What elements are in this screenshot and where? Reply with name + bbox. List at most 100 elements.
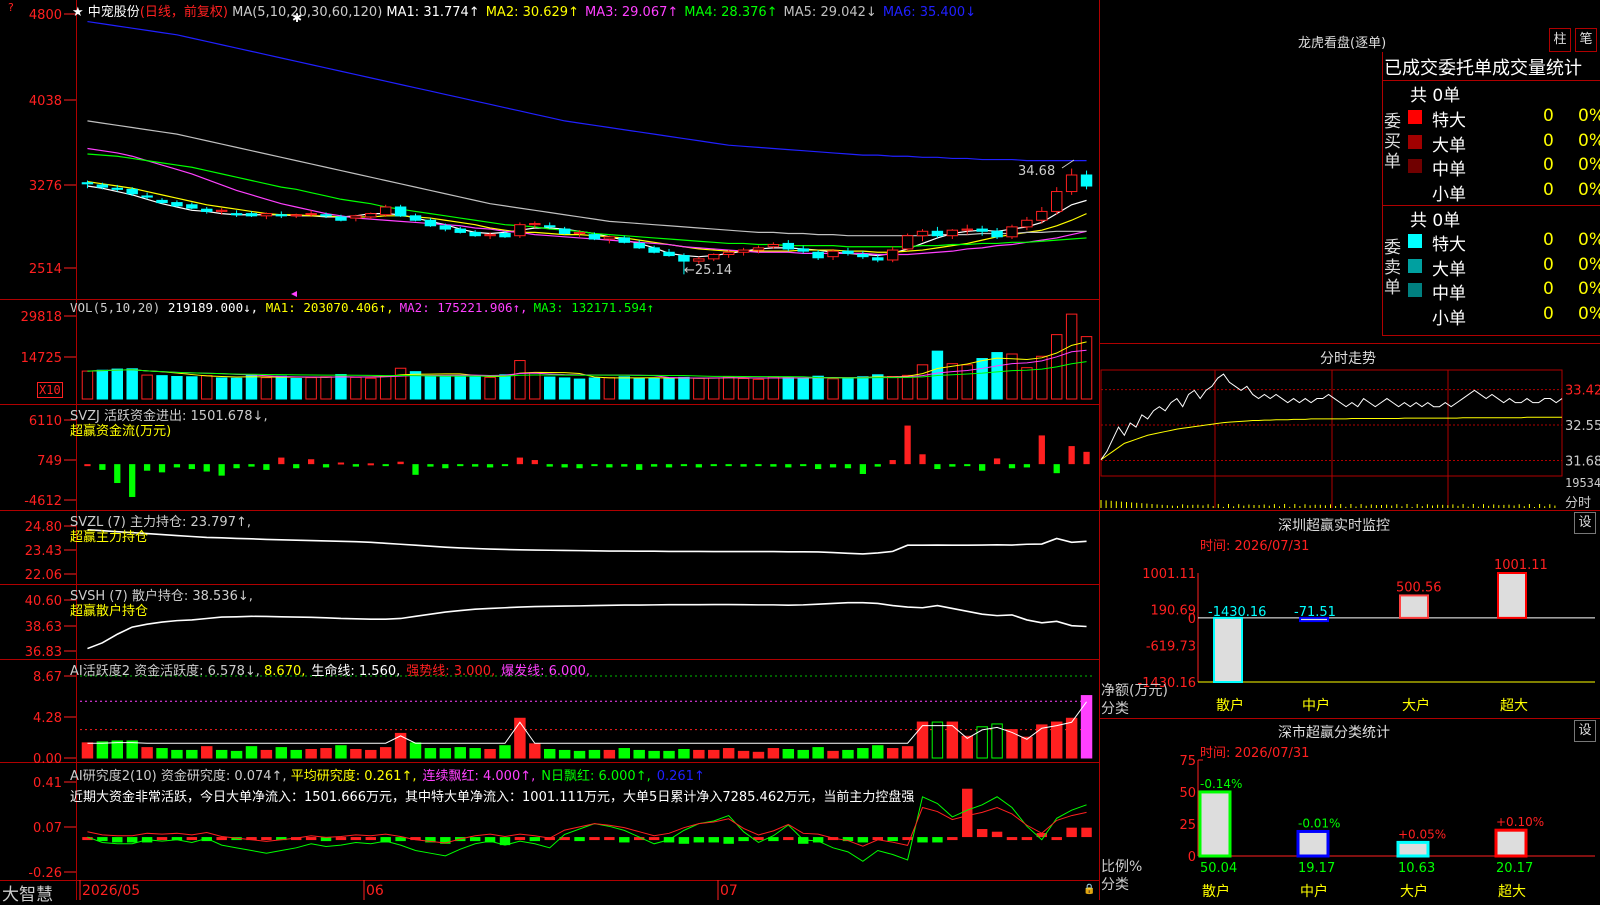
volume-bar[interactable] xyxy=(886,375,899,400)
activity-bar[interactable] xyxy=(573,750,586,759)
fund-flow-bar[interactable] xyxy=(800,464,807,467)
candle[interactable] xyxy=(976,228,988,232)
fund-flow-bar[interactable] xyxy=(457,464,464,467)
candle[interactable] xyxy=(469,231,481,237)
activity-bar[interactable] xyxy=(514,717,526,759)
activity-bar[interactable] xyxy=(186,749,198,759)
research-bar[interactable] xyxy=(648,837,660,841)
fund-flow-bar[interactable] xyxy=(158,464,166,473)
candle[interactable] xyxy=(1051,191,1063,212)
monitor-bar[interactable] xyxy=(1213,616,1243,684)
fund-flow-bar[interactable] xyxy=(725,464,732,467)
volume-bar[interactable] xyxy=(394,367,407,400)
fund-flow-bar[interactable] xyxy=(248,464,255,467)
candle[interactable] xyxy=(991,230,1003,238)
activity-bar[interactable] xyxy=(916,721,929,759)
candle[interactable] xyxy=(946,229,959,237)
research-bar[interactable] xyxy=(678,837,690,844)
research-bar[interactable] xyxy=(186,837,198,841)
fund-flow-bar[interactable] xyxy=(99,464,106,470)
research-bar[interactable] xyxy=(1081,827,1092,838)
volume-bar[interactable] xyxy=(857,376,869,400)
candle[interactable] xyxy=(648,247,660,253)
activity-bar[interactable] xyxy=(1065,717,1078,759)
fund-flow-bar[interactable] xyxy=(904,425,911,465)
candle[interactable] xyxy=(857,253,869,258)
activity-bar[interactable] xyxy=(782,748,795,759)
activity-bar[interactable] xyxy=(350,748,362,759)
fund-flow-bar[interactable] xyxy=(322,464,330,468)
candle[interactable] xyxy=(1080,174,1093,187)
activity-bar[interactable] xyxy=(394,732,407,759)
fund-flow-bar[interactable] xyxy=(337,462,345,465)
candle[interactable] xyxy=(350,215,362,219)
volume-bar[interactable] xyxy=(752,378,765,400)
volume-bar[interactable] xyxy=(693,377,705,400)
volume-bar[interactable] xyxy=(290,377,302,400)
activity-bar[interactable] xyxy=(737,750,750,759)
research-bar[interactable] xyxy=(261,837,272,841)
fund-flow-bar[interactable] xyxy=(964,464,971,467)
candle[interactable] xyxy=(961,228,973,231)
candle[interactable] xyxy=(454,228,466,233)
volume-bar[interactable] xyxy=(618,376,630,400)
candle[interactable] xyxy=(678,255,690,262)
fund-flow-bar[interactable] xyxy=(665,464,673,468)
fund-flow-bar[interactable] xyxy=(486,464,494,468)
activity-bar[interactable] xyxy=(499,745,511,759)
volume-bar[interactable] xyxy=(663,378,675,400)
fund-flow-bar[interactable] xyxy=(844,464,852,469)
candle[interactable] xyxy=(812,251,824,259)
research-bar[interactable] xyxy=(947,837,958,841)
activity-bar[interactable] xyxy=(603,749,616,759)
candle[interactable] xyxy=(514,224,526,237)
volume-bar[interactable] xyxy=(230,377,243,400)
candle[interactable] xyxy=(931,230,944,237)
monitor-bar[interactable] xyxy=(1399,594,1429,619)
fund-flow-bar[interactable] xyxy=(531,460,538,465)
research-bar[interactable] xyxy=(917,837,928,843)
volume-bar[interactable] xyxy=(678,376,690,400)
activity-bar[interactable] xyxy=(827,750,839,759)
volume-bar[interactable] xyxy=(991,352,1003,400)
fund-flow-bar[interactable] xyxy=(367,463,374,466)
activity-bar[interactable] xyxy=(379,747,392,759)
research-bar[interactable] xyxy=(783,837,794,841)
candle[interactable] xyxy=(275,214,288,217)
candle[interactable] xyxy=(126,188,138,195)
volume-bar[interactable] xyxy=(245,374,258,400)
activity-bar[interactable] xyxy=(931,721,944,759)
activity-bar[interactable] xyxy=(1051,721,1063,759)
volume-bar[interactable] xyxy=(514,360,526,400)
activity-bar[interactable] xyxy=(946,721,959,759)
research-bar[interactable] xyxy=(335,837,347,841)
activity-bar[interactable] xyxy=(215,749,228,759)
fund-flow-bar[interactable] xyxy=(740,464,747,467)
volume-bar[interactable] xyxy=(156,375,168,400)
research-bar[interactable] xyxy=(723,837,734,844)
candle[interactable] xyxy=(544,225,556,228)
candle[interactable] xyxy=(365,213,377,218)
research-bar[interactable] xyxy=(1021,837,1033,841)
fund-flow-bar[interactable] xyxy=(636,464,643,470)
activity-bar[interactable] xyxy=(857,748,869,759)
fund-flow-bar[interactable] xyxy=(352,464,359,467)
fund-flow-bar[interactable] xyxy=(472,464,479,467)
fund-flow-bar[interactable] xyxy=(397,461,404,465)
candle[interactable] xyxy=(201,208,213,212)
activity-bar[interactable] xyxy=(424,748,437,759)
research-bar[interactable] xyxy=(738,837,749,842)
volume-bar[interactable] xyxy=(916,364,929,400)
activity-bar[interactable] xyxy=(797,749,809,759)
fund-flow-bar[interactable] xyxy=(382,464,389,467)
fund-flow-bar[interactable] xyxy=(680,464,688,467)
activity-bar[interactable] xyxy=(529,743,541,759)
volume-bar[interactable] xyxy=(544,376,556,400)
research-bar[interactable] xyxy=(708,837,719,843)
candle[interactable] xyxy=(1065,174,1078,193)
volume-bar[interactable] xyxy=(454,375,466,400)
candle[interactable] xyxy=(797,248,809,252)
activity-bar[interactable] xyxy=(111,740,123,759)
activity-bar[interactable] xyxy=(901,746,914,759)
candle[interactable] xyxy=(916,230,929,237)
